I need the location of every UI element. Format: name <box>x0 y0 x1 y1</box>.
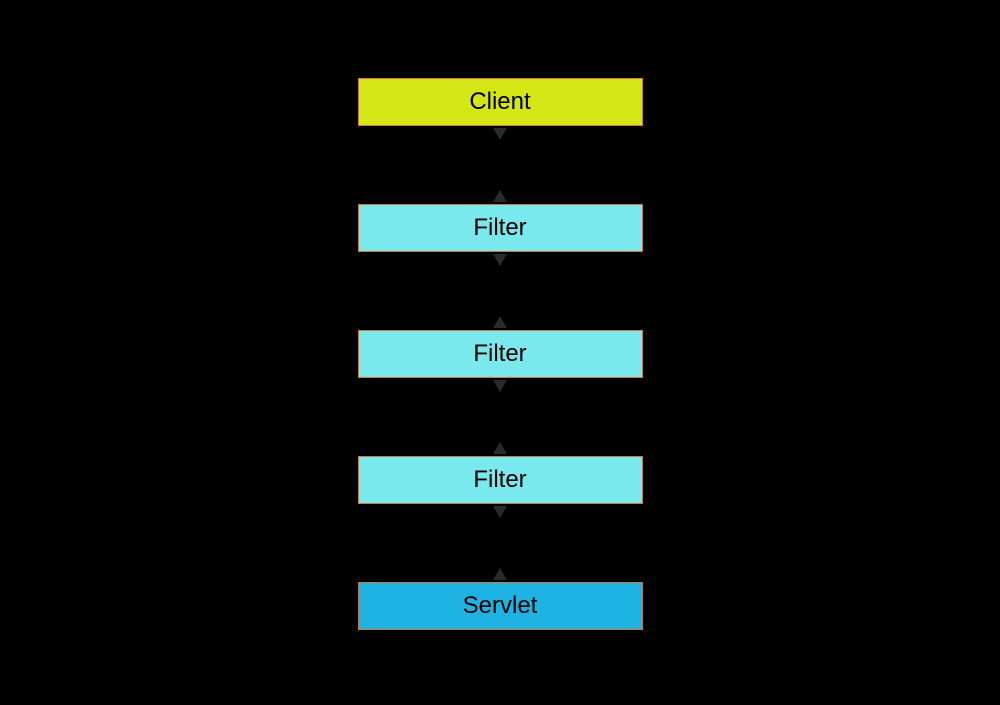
arrow-connector-2 <box>485 252 515 330</box>
filter-label-3: Filter <box>473 466 526 494</box>
arrow-down-icon <box>493 506 507 518</box>
client-label: Client <box>469 88 530 116</box>
filter-label-2: Filter <box>473 340 526 368</box>
servlet-box: Servlet <box>358 582 643 630</box>
arrow-up-icon <box>493 568 507 580</box>
arrow-connector-1 <box>485 126 515 204</box>
filter-label-1: Filter <box>473 214 526 242</box>
filter-box-1: Filter <box>358 204 643 252</box>
arrow-down-icon <box>493 254 507 266</box>
arrow-connector-3 <box>485 378 515 456</box>
filter-box-3: Filter <box>358 456 643 504</box>
arrow-up-icon <box>493 442 507 454</box>
arrow-up-icon <box>493 190 507 202</box>
servlet-label: Servlet <box>463 592 538 620</box>
arrow-down-icon <box>493 380 507 392</box>
arrow-down-icon <box>493 128 507 140</box>
client-box: Client <box>358 78 643 126</box>
filter-box-2: Filter <box>358 330 643 378</box>
arrow-up-icon <box>493 316 507 328</box>
arrow-connector-4 <box>485 504 515 582</box>
